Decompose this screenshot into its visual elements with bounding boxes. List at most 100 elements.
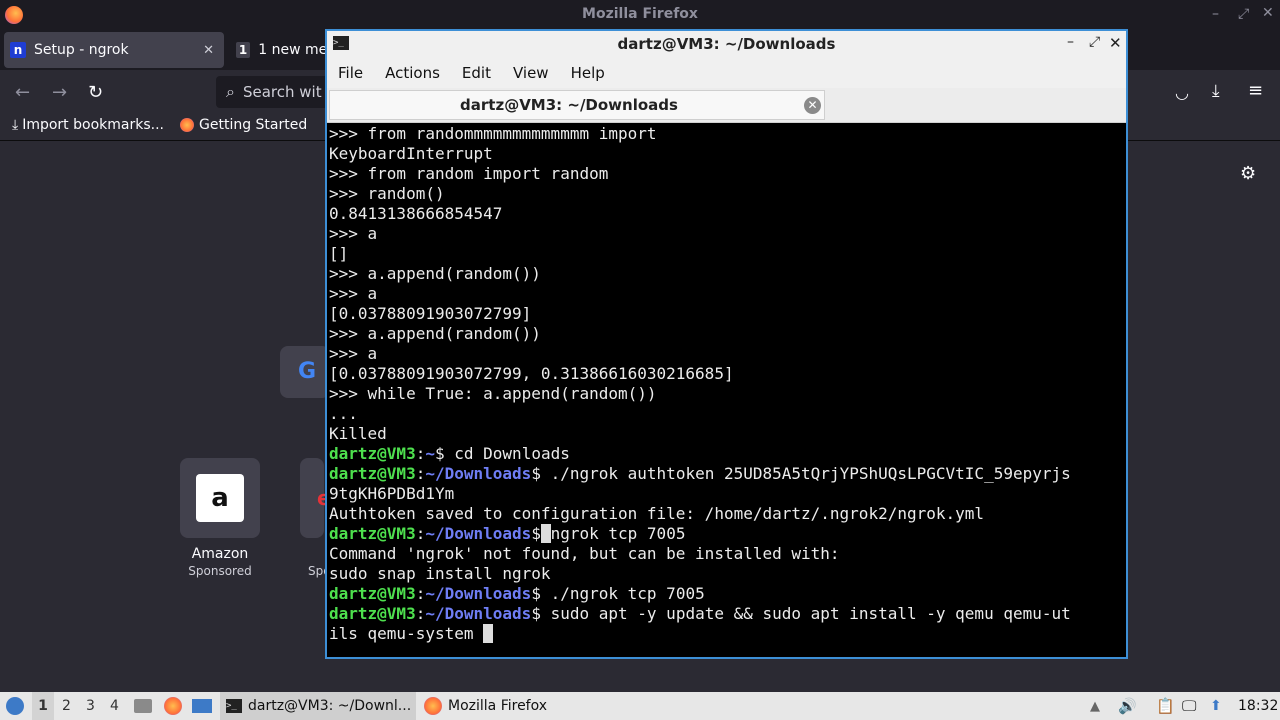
terminal-line: >>> while True: a.append(random())	[329, 384, 1124, 404]
output-text: >>> a	[329, 284, 378, 303]
output-text: sudo snap install ngrok	[329, 564, 551, 583]
mail-favicon-icon: 1	[236, 42, 251, 58]
output-text: >>> a.append(random())	[329, 264, 541, 283]
terminal-line: ...	[329, 404, 1124, 424]
terminal-menubar: File Actions Edit View Help	[327, 58, 1126, 88]
terminal-line: dartz@VM3:~/Downloads$ sudo apt -y updat…	[329, 604, 1071, 623]
shortcut-label: Amazon	[191, 546, 249, 562]
terminal-line: >>> random()	[329, 184, 1124, 204]
search-placeholder: Search wit	[242, 83, 322, 101]
tab-label: Setup - ngrok	[34, 42, 129, 58]
terminal-line: >>> a	[329, 224, 1124, 244]
terminal-maximize-icon[interactable]: ⤢	[1089, 34, 1100, 50]
terminal-line: >>> from randommmmmmmmmmmmm import	[329, 124, 1124, 144]
output-text: 9tgKH6PDBd1Ym	[329, 484, 455, 503]
pocket-icon[interactable]: ◡	[1175, 83, 1189, 102]
settings-gear-icon[interactable]: ⚙	[1240, 163, 1256, 184]
terminal-tabbar: dartz@VM3: ~/Downloads ✕	[327, 88, 1126, 123]
bookmark-label: Import bookmarks...	[22, 117, 164, 133]
bookmark-getting-started[interactable]: Getting Started	[180, 117, 307, 133]
menu-actions[interactable]: Actions	[385, 64, 440, 82]
back-arrow-icon[interactable]: ←	[15, 82, 30, 103]
firefox-maximize-icon[interactable]: ⤢	[1238, 6, 1249, 22]
output-text: [0.03788091903072799, 0.3138661603021668…	[329, 364, 734, 383]
tab-setup-ngrok[interactable]: n Setup - ngrok ✕	[4, 32, 224, 68]
terminal-line: Authtoken saved to configuration file: /…	[329, 504, 1124, 524]
start-menu-icon[interactable]	[6, 692, 24, 720]
terminal-tab[interactable]: dartz@VM3: ~/Downloads ✕	[329, 90, 825, 120]
text-cursor	[483, 624, 493, 643]
prompt-user: dartz@VM3	[329, 604, 416, 623]
terminal-close-icon[interactable]: ✕	[1109, 34, 1122, 52]
hamburger-menu-icon[interactable]: ≡	[1248, 80, 1263, 101]
workspace-1[interactable]: 1	[32, 692, 54, 720]
download-icon[interactable]: ⤓	[1212, 81, 1220, 101]
menu-edit[interactable]: Edit	[462, 64, 491, 82]
show-desktop-icon[interactable]	[192, 692, 212, 720]
taskbar-window-label: dartz@VM3: ~/Downl...	[248, 698, 412, 714]
menu-help[interactable]: Help	[571, 64, 605, 82]
command-text: ngrok tcp 7005	[550, 524, 686, 543]
terminal-output[interactable]: >>> from randommmmmmmmmmmmm import Keyboa…	[329, 124, 1124, 657]
firefox-close-icon[interactable]: ✕	[1262, 5, 1274, 21]
text-cursor	[540, 524, 551, 543]
clock[interactable]: 18:32	[1238, 692, 1278, 720]
terminal-line: >>> a	[329, 344, 1124, 364]
firefox-logo-icon	[424, 697, 442, 715]
output-text: ils qemu-system	[329, 624, 484, 643]
terminal-line: dartz@VM3:~/Downloads$ ./ngrok authtoken…	[329, 464, 1071, 483]
terminal-line: 0.8413138666854547	[329, 204, 1124, 224]
tab-close-icon[interactable]: ✕	[203, 43, 214, 58]
output-text: Killed	[329, 424, 387, 443]
reload-icon[interactable]: ↻	[88, 82, 103, 103]
google-search-box[interactable]: G	[280, 346, 330, 398]
output-text: Command 'ngrok' not found, but can be in…	[329, 544, 840, 563]
tray-arrow-icon[interactable]: ▲	[1090, 692, 1100, 720]
output-text: >>> from randommmmmmmmmmmmm import	[329, 124, 657, 143]
prompt-user: dartz@VM3	[329, 524, 416, 543]
prompt-user: dartz@VM3	[329, 444, 416, 463]
terminal-line: [0.03788091903072799, 0.3138661603021668…	[329, 364, 1124, 384]
taskbar: 1 2 3 4 >_ dartz@VM3: ~/Downl... Mozilla…	[0, 692, 1280, 720]
output-text: KeyboardInterrupt	[329, 144, 493, 163]
shortcut-partial-tile[interactable]: e	[300, 458, 331, 538]
menu-file[interactable]: File	[338, 64, 363, 82]
clipboard-icon[interactable]: 📋	[1156, 692, 1175, 720]
file-manager-icon[interactable]	[134, 692, 152, 720]
firefox-minimize-icon[interactable]: –	[1212, 6, 1219, 22]
terminal-app-icon: >_	[226, 699, 242, 713]
workspace-4[interactable]: 4	[110, 692, 119, 720]
terminal-tab-label: dartz@VM3: ~/Downloads	[460, 96, 678, 114]
terminal-line: >>> a.append(random())	[329, 264, 1124, 284]
taskbar-window-terminal[interactable]: >_ dartz@VM3: ~/Downl...	[220, 692, 416, 720]
firefox-logo-icon	[180, 118, 194, 132]
updates-icon[interactable]: ⬆	[1210, 692, 1222, 720]
network-icon[interactable]: 🖵	[1182, 692, 1196, 720]
terminal-window: >_ dartz@VM3: ~/Downloads – ⤢ ✕ File Act…	[325, 29, 1128, 659]
volume-icon[interactable]: 🔊	[1118, 692, 1137, 720]
terminal-line: []	[329, 244, 1124, 264]
tab-new-messages[interactable]: 1 1 new mes	[232, 32, 326, 68]
output-text: >>> while True: a.append(random())	[329, 384, 657, 403]
workspace-2[interactable]: 2	[62, 692, 71, 720]
workspace-3[interactable]: 3	[86, 692, 95, 720]
taskbar-window-firefox[interactable]: Mozilla Firefox	[424, 692, 547, 720]
terminal-line: dartz@VM3:~/Downloads$ ./ngrok tcp 7005	[329, 584, 705, 603]
prompt-path: ~	[425, 444, 435, 463]
terminal-window-title: dartz@VM3: ~/Downloads	[617, 35, 836, 53]
output-text: >>> from random import random	[329, 164, 609, 183]
prompt-path: ~/Downloads	[425, 464, 532, 483]
terminal-line: [0.03788091903072799]	[329, 304, 1124, 324]
firefox-launcher-icon[interactable]	[164, 692, 182, 720]
shortcut-amazon-tile[interactable]: a	[180, 458, 260, 538]
terminal-tab-close-icon[interactable]: ✕	[804, 97, 821, 114]
terminal-minimize-icon[interactable]: –	[1067, 34, 1074, 50]
bookmark-import[interactable]: ⤓ Import bookmarks...	[12, 117, 164, 133]
forward-arrow-icon[interactable]: →	[52, 82, 67, 103]
command-text: ./ngrok authtoken 25UD85A5tQrjYPShUQsLPG…	[540, 464, 1071, 483]
output-text: [0.03788091903072799]	[329, 304, 532, 323]
menu-view[interactable]: View	[513, 64, 549, 82]
terminal-line: >>> a.append(random())	[329, 324, 1124, 344]
ngrok-favicon-icon: n	[10, 42, 26, 58]
prompt-path: ~/Downloads	[425, 524, 532, 543]
